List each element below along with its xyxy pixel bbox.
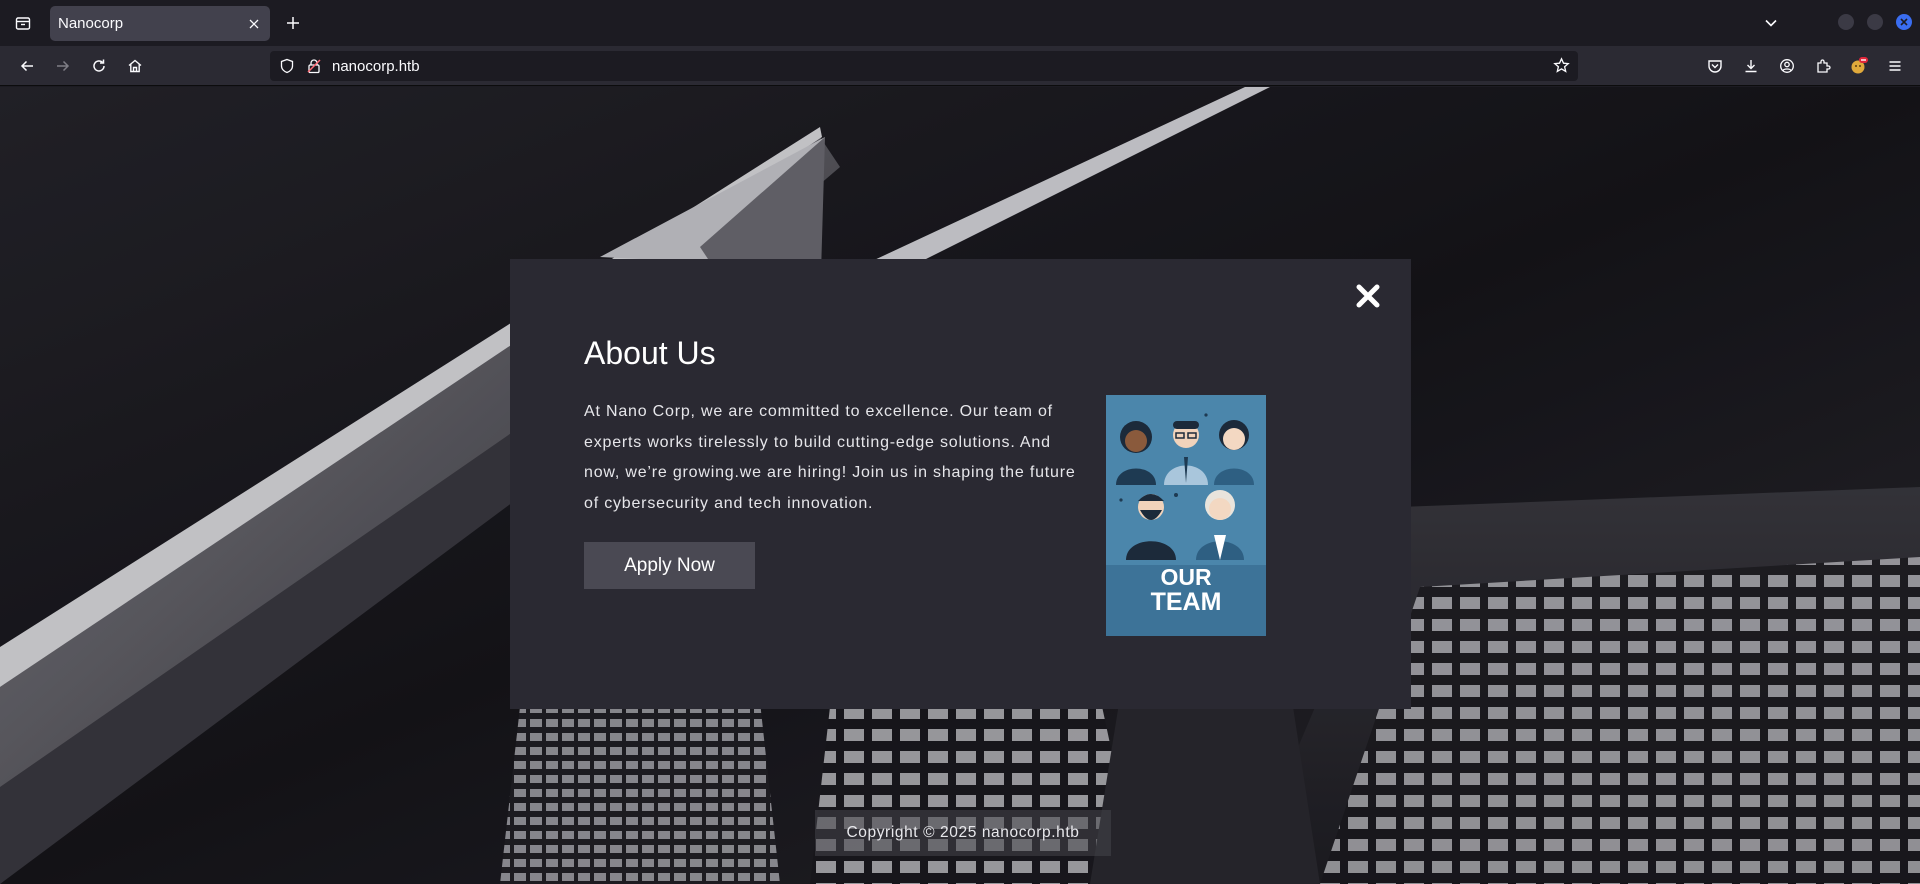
- url-text: nanocorp.htb: [332, 58, 420, 75]
- chevron-down-icon[interactable]: [1760, 12, 1782, 34]
- extension-badge-icon[interactable]: [1848, 55, 1870, 77]
- navigation-toolbar: nanocorp.htb: [0, 46, 1920, 86]
- shield-icon[interactable]: [279, 58, 295, 79]
- web-page: About Us At Nano Corp, we are committed …: [0, 87, 1920, 884]
- home-icon[interactable]: [124, 55, 146, 77]
- pocket-icon[interactable]: [1704, 55, 1726, 77]
- insecure-lock-icon[interactable]: [306, 58, 322, 79]
- close-icon[interactable]: [1353, 281, 1383, 311]
- modal-description: At Nano Corp, we are committed to excell…: [584, 403, 1076, 512]
- our-team-caption-line2: TEAM: [1150, 588, 1222, 616]
- list-all-tabs-icon[interactable]: [12, 12, 34, 34]
- tab-strip: Nanocorp: [0, 0, 1920, 46]
- our-team-image: OUR TEAM: [1106, 395, 1266, 636]
- minimize-window-button[interactable]: [1838, 14, 1854, 30]
- footer-copyright: Copyright © 2025 nanocorp.htb: [815, 810, 1111, 856]
- our-team-caption: OUR TEAM: [1106, 565, 1266, 615]
- browser-tab[interactable]: Nanocorp: [50, 6, 270, 41]
- new-tab-icon[interactable]: [282, 12, 304, 34]
- modal-title: About Us: [584, 335, 716, 371]
- close-tab-icon[interactable]: [246, 16, 262, 32]
- maximize-window-button[interactable]: [1867, 14, 1883, 30]
- bookmark-star-icon[interactable]: [1553, 57, 1570, 79]
- about-us-modal: About Us At Nano Corp, we are committed …: [510, 259, 1411, 709]
- account-icon[interactable]: [1776, 55, 1798, 77]
- back-arrow-icon[interactable]: [16, 55, 38, 77]
- close-window-button[interactable]: [1896, 14, 1912, 30]
- forward-arrow-icon[interactable]: [52, 55, 74, 77]
- extensions-puzzle-icon[interactable]: [1812, 55, 1834, 77]
- apply-now-button[interactable]: Apply Now: [584, 542, 755, 589]
- tab-title: Nanocorp: [58, 15, 124, 32]
- menu-hamburger-icon[interactable]: [1884, 55, 1906, 77]
- download-icon[interactable]: [1740, 55, 1762, 77]
- reload-icon[interactable]: [88, 55, 110, 77]
- address-bar[interactable]: nanocorp.htb: [270, 51, 1578, 81]
- our-team-caption-line1: OUR: [1160, 564, 1212, 590]
